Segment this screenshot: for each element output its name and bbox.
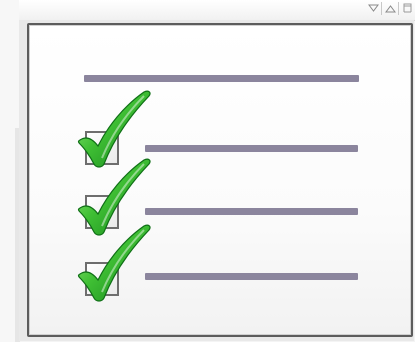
menu-down-button[interactable] <box>365 2 381 15</box>
window-controls <box>365 1 415 15</box>
restore-button[interactable] <box>398 1 415 15</box>
menu-up-icon <box>384 4 396 12</box>
item-line-1 <box>145 145 358 152</box>
checkmark-icon-3 <box>77 224 151 302</box>
restore-icon <box>403 3 411 13</box>
menu-down-icon <box>367 4 379 12</box>
title-bar <box>19 0 415 21</box>
menu-up-button[interactable] <box>381 1 398 15</box>
item-line-2 <box>145 208 358 215</box>
item-line-3 <box>145 273 358 280</box>
heading-line <box>84 75 359 82</box>
checklist-window <box>0 0 415 342</box>
